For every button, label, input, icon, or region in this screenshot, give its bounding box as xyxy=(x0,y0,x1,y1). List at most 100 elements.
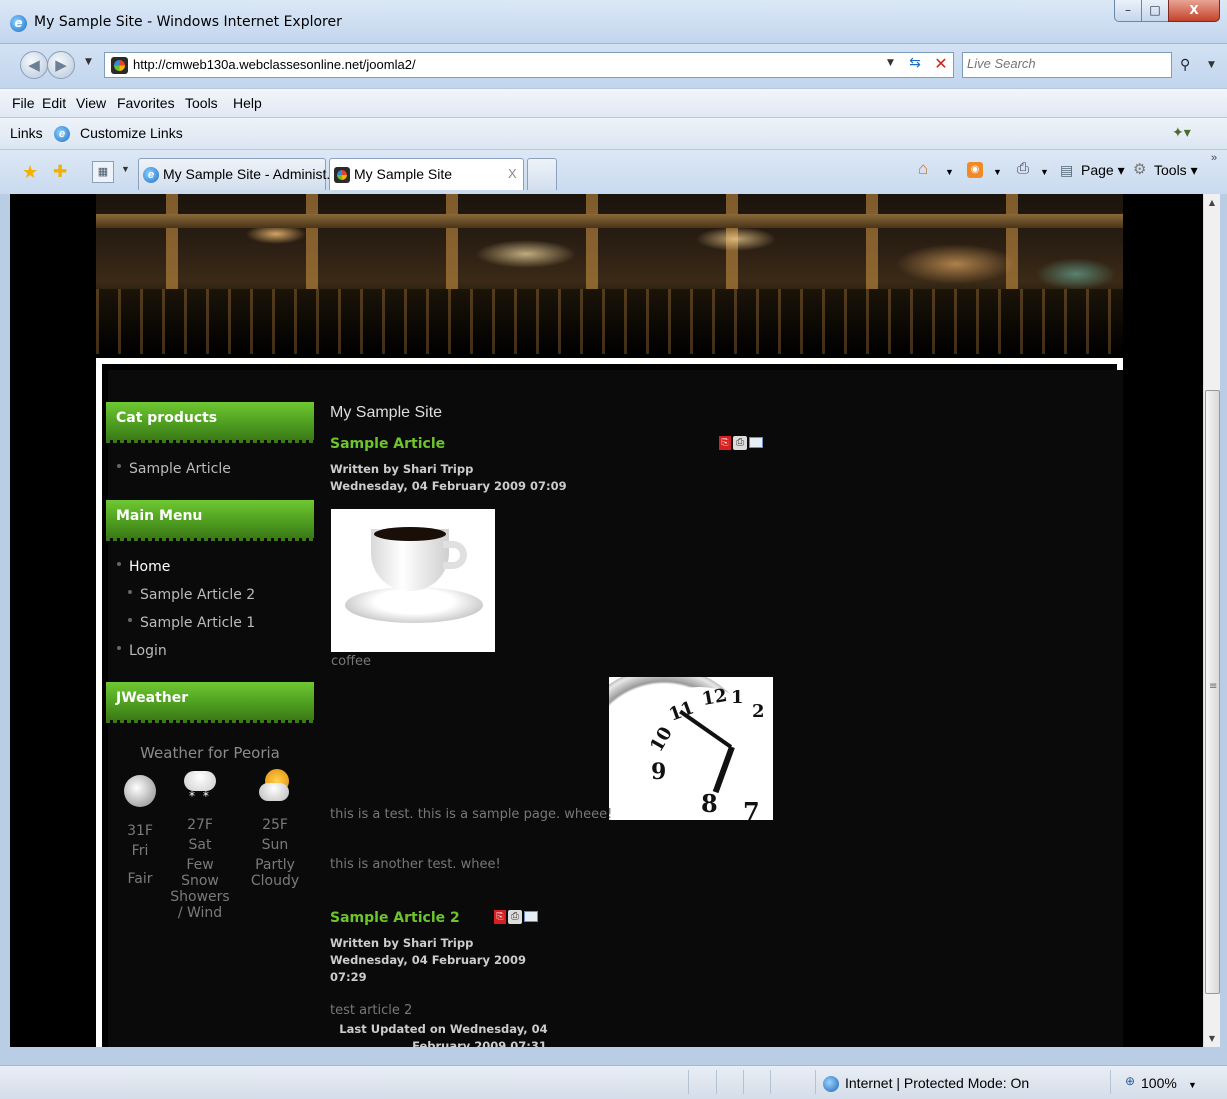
home-dropdown[interactable]: ▼ xyxy=(945,167,954,177)
feeds-icon[interactable]: ◉ xyxy=(967,162,983,178)
weather-temp: 31F xyxy=(127,823,153,839)
status-bar: Internet | Protected Mode: On ⊕ 100% ▼ xyxy=(0,1065,1227,1099)
search-field[interactable] xyxy=(962,52,1172,78)
print-icon[interactable]: ⎙ xyxy=(508,910,522,924)
scroll-down-arrow-icon[interactable]: ▼ xyxy=(1204,1030,1220,1047)
feeds-dropdown[interactable]: ▼ xyxy=(993,167,1002,177)
forward-button[interactable]: ▶ xyxy=(47,51,75,79)
pdf-icon[interactable]: ⎘ xyxy=(494,910,506,924)
stop-icon[interactable]: ✕ xyxy=(931,54,951,74)
joomla-tab-icon xyxy=(334,167,350,183)
last-updated-text: Last Updated on Wednesday, 04 February 2… xyxy=(331,1021,556,1047)
article-time: 07:29 xyxy=(330,970,367,984)
article-body-paragraph: this is a test. this is a sample page. w… xyxy=(330,807,613,822)
weather-condition: Few Snow Showers / Wind xyxy=(170,857,230,921)
bullet-icon xyxy=(117,646,121,650)
maximize-button[interactable]: □ xyxy=(1141,0,1169,22)
sidebar-link-label: Sample Article xyxy=(129,461,231,477)
tab-admin[interactable]: e My Sample Site - Administ... xyxy=(138,158,338,190)
weather-day: Sat xyxy=(188,837,212,853)
zoom-icon[interactable]: ⊕ xyxy=(1125,1074,1135,1088)
vertical-scrollbar[interactable]: ▲ ▼ xyxy=(1203,194,1220,1047)
article-title-link[interactable]: Sample Article 2 xyxy=(330,910,460,926)
title-bar: e My Sample Site - Windows Internet Expl… xyxy=(0,0,1227,44)
tools-menu-button[interactable]: Tools ▾ xyxy=(1154,162,1198,179)
customize-links-link[interactable]: Customize Links xyxy=(80,125,183,141)
weather-temp: 25F xyxy=(262,817,288,833)
window-title: My Sample Site - Windows Internet Explor… xyxy=(34,14,342,30)
print-icon[interactable]: ⎙ xyxy=(1017,160,1029,177)
back-button[interactable]: ◀ xyxy=(20,51,48,79)
email-icon[interactable] xyxy=(749,437,763,448)
menu-view[interactable]: View xyxy=(76,95,106,111)
sidebar-item-label: Sample Article 2 xyxy=(140,587,256,603)
print-icon[interactable]: ⎙ xyxy=(733,436,747,450)
new-tab-button[interactable] xyxy=(527,158,557,190)
menu-file[interactable]: File xyxy=(12,95,35,111)
links-label: Links xyxy=(10,125,43,141)
refresh-icon[interactable]: ⇆ xyxy=(905,55,925,75)
zoom-level[interactable]: 100% xyxy=(1141,1075,1177,1091)
weather-condition: Fair xyxy=(127,871,153,887)
article-1-toolbar: ⎘ ⎙ xyxy=(719,436,763,450)
add-favorite-icon[interactable]: ✚ xyxy=(53,162,67,182)
weather-title: Weather for Peoria xyxy=(140,744,280,762)
tab-my-sample-site[interactable]: My Sample Site X xyxy=(329,158,524,190)
scroll-thumb[interactable] xyxy=(1205,390,1220,994)
clock-image: 11 12 1 2 10 9 8 7 xyxy=(609,677,773,820)
home-icon[interactable]: ⌂ xyxy=(918,159,928,179)
scroll-up-arrow-icon[interactable]: ▲ xyxy=(1204,194,1220,211)
search-input[interactable] xyxy=(967,56,1137,71)
research-icon[interactable]: ✦▾ xyxy=(1172,124,1191,141)
status-separator xyxy=(743,1070,744,1094)
search-options-dropdown[interactable]: ▼ xyxy=(1208,60,1215,70)
zoom-dropdown[interactable]: ▼ xyxy=(1188,1080,1197,1090)
quick-tabs-icon[interactable]: ▦ xyxy=(92,161,114,183)
weather-condition: Partly Cloudy xyxy=(250,857,300,889)
article-body-paragraph: this is another test. whee! xyxy=(330,857,501,872)
ie-tab-icon: e xyxy=(143,167,159,183)
close-window-button[interactable]: X xyxy=(1168,0,1220,22)
article-date: Wednesday, 04 February 2009 xyxy=(330,953,526,967)
page-menu-button[interactable]: Page ▾ xyxy=(1081,162,1125,179)
menu-bar: File Edit View Favorites Tools Help xyxy=(0,88,1227,118)
sidebar-item-login[interactable]: Login xyxy=(117,643,167,659)
close-tab-icon[interactable]: X xyxy=(508,166,517,181)
recent-pages-dropdown[interactable]: ▼ xyxy=(85,57,92,67)
tab-bar: ★ ✚ ▦ ▼ e My Sample Site - Administ... M… xyxy=(0,150,1227,194)
article-title-link[interactable]: Sample Article xyxy=(330,436,445,452)
print-dropdown[interactable]: ▼ xyxy=(1040,167,1049,177)
page-title: My Sample Site xyxy=(330,404,443,421)
snow-icon xyxy=(180,769,220,809)
sidebar-item-sample-article-2[interactable]: Sample Article 2 xyxy=(128,587,255,603)
search-icon[interactable]: ⚲ xyxy=(1180,57,1190,73)
more-commands-chevron-icon[interactable]: » xyxy=(1211,152,1217,164)
sidebar-item-home[interactable]: Home xyxy=(117,559,170,575)
status-separator xyxy=(716,1070,717,1094)
address-dropdown[interactable]: ▼ xyxy=(887,58,894,68)
minimize-button[interactable]: – xyxy=(1114,0,1142,22)
module-main-menu-header: Main Menu xyxy=(106,500,314,541)
status-separator xyxy=(770,1070,771,1094)
sidebar-item-sample-article-1[interactable]: Sample Article 1 xyxy=(128,615,255,631)
menu-tools[interactable]: Tools xyxy=(185,95,218,111)
coffee-cup-image xyxy=(331,509,495,652)
header-banner-image xyxy=(96,194,1123,354)
article-author: Written by Shari Tripp xyxy=(330,462,474,476)
menu-edit[interactable]: Edit xyxy=(42,95,66,111)
email-icon[interactable] xyxy=(524,911,538,922)
article-body-paragraph: test article 2 xyxy=(330,1003,413,1018)
sidebar-link-sample-article[interactable]: Sample Article xyxy=(117,461,231,477)
tab-list-dropdown[interactable]: ▼ xyxy=(121,164,135,180)
pdf-icon[interactable]: ⎘ xyxy=(719,436,731,450)
bullet-icon xyxy=(117,562,121,566)
address-url[interactable]: http://cmweb130a.webclassesonline.net/jo… xyxy=(133,57,416,72)
address-field[interactable]: http://cmweb130a.webclassesonline.net/jo… xyxy=(104,52,954,78)
security-zone-text[interactable]: Internet | Protected Mode: On xyxy=(845,1075,1029,1091)
menu-favorites[interactable]: Favorites xyxy=(117,95,175,111)
favorites-star-icon[interactable]: ★ xyxy=(22,162,38,183)
tab-label: My Sample Site xyxy=(354,166,453,182)
menu-help[interactable]: Help xyxy=(233,95,262,111)
status-separator xyxy=(688,1070,689,1094)
weather-day-sun: 25F Sun Partly Cloudy xyxy=(242,769,308,889)
